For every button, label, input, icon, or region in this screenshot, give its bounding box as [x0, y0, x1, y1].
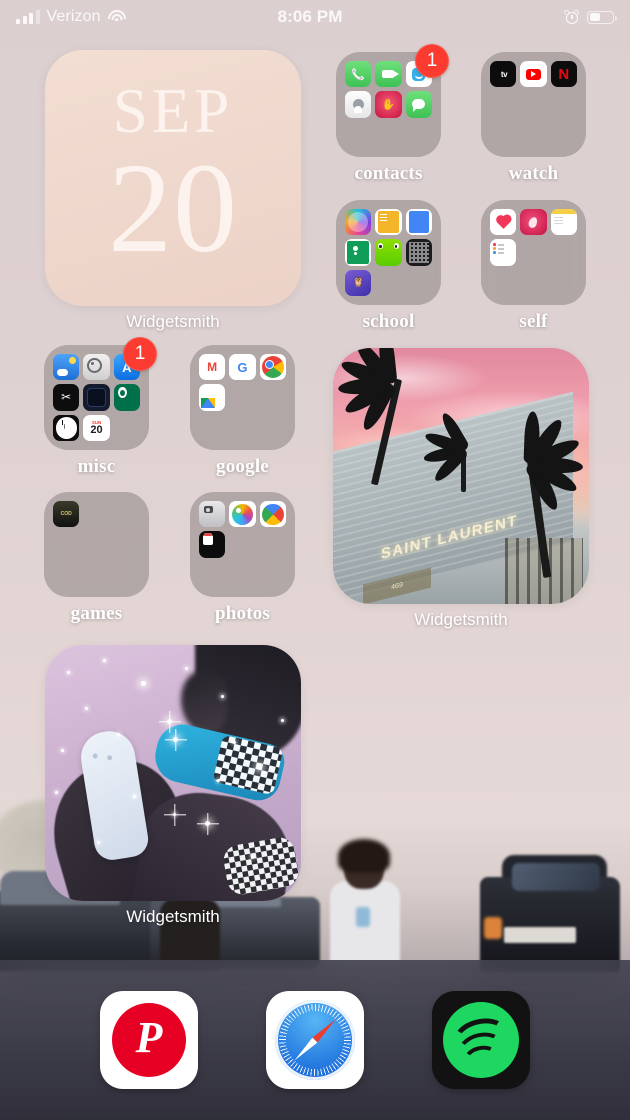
folder-self-label: self: [519, 311, 548, 332]
widget-sunset-label: Widgetsmith: [414, 610, 508, 629]
widget-date-day: 20: [108, 137, 238, 280]
folder-misc-cell[interactable]: 1 A ✂ SUN 20 misc: [44, 337, 157, 478]
facetime-icon[interactable]: [375, 61, 402, 88]
status-bar-clock: 8:06 PM: [277, 7, 343, 26]
google-photos-icon[interactable]: [259, 501, 286, 528]
palm-tree-right: [475, 411, 589, 578]
widget-shoes-label: Widgetsmith: [126, 907, 220, 926]
folder-misc[interactable]: 1 A ✂ SUN 20: [44, 337, 157, 450]
spotify-waves: [443, 1002, 519, 1078]
messages-icon[interactable]: [405, 91, 432, 118]
dock: P: [0, 960, 630, 1120]
folder-contacts-badge: 1: [415, 44, 449, 78]
folder-contacts-label: contacts: [354, 163, 423, 184]
widget-date-cell[interactable]: SEP 20 Widgetsmith: [45, 50, 301, 332]
widget-date-label: Widgetsmith: [126, 312, 220, 331]
widgetsmith-sunset-photo-widget[interactable]: SAINT LAURENT 469: [333, 348, 589, 604]
folder-google-label: google: [216, 456, 269, 477]
folder-self-cell[interactable]: self: [481, 200, 586, 333]
safari-compass-icon[interactable]: [266, 991, 364, 1089]
pages-icon[interactable]: [375, 209, 402, 236]
hand-icon[interactable]: [375, 91, 402, 118]
reminders-icon[interactable]: [490, 239, 517, 266]
folder-games[interactable]: COD: [44, 492, 149, 597]
calendar-day: 20: [90, 423, 103, 436]
folder-photos-cell[interactable]: photos: [190, 492, 295, 625]
pinterest-glyph: P: [112, 1003, 186, 1077]
status-bar-right: [430, 8, 630, 25]
notes-icon[interactable]: [550, 209, 577, 236]
dark-wings-icon[interactable]: ✂: [53, 384, 80, 411]
folder-school-cell[interactable]: school: [336, 200, 441, 333]
folder-google[interactable]: M G: [190, 345, 295, 450]
folder-google-cell[interactable]: M G google: [190, 345, 295, 478]
call-of-duty-icon[interactable]: COD: [53, 501, 80, 528]
folder-photos[interactable]: [190, 492, 295, 597]
safari-dial: [275, 1000, 355, 1080]
folder-watch[interactable]: tv N: [481, 52, 586, 157]
widgetsmith-date-widget[interactable]: SEP 20: [45, 50, 301, 306]
duolingo-icon[interactable]: [375, 239, 402, 266]
calendar-icon[interactable]: SUN 20: [83, 414, 110, 441]
folder-contacts-cell[interactable]: 1 contacts: [336, 44, 449, 185]
gmail-icon[interactable]: M: [199, 354, 226, 381]
dark-navy-icon[interactable]: [83, 384, 110, 411]
folder-school-label: school: [362, 311, 415, 332]
folder-games-cell[interactable]: COD games: [44, 492, 149, 625]
photo-sparkle-overlay: [45, 645, 301, 901]
pinterest-icon[interactable]: P: [100, 991, 198, 1089]
folder-watch-cell[interactable]: tv N watch: [481, 52, 586, 185]
vsco-icon[interactable]: [199, 531, 226, 558]
classroom-icon[interactable]: [345, 239, 372, 266]
contacts-icon[interactable]: [345, 91, 372, 118]
widget-date-month: SEP: [112, 76, 234, 147]
folder-contacts[interactable]: 1: [336, 44, 449, 157]
folder-school[interactable]: [336, 200, 441, 305]
signal-bars-icon: [16, 9, 40, 24]
widget-shoes-cell[interactable]: Widgetsmith: [45, 645, 301, 927]
carrier-name: Verizon: [46, 8, 101, 25]
youtube-icon[interactable]: [520, 61, 547, 88]
wifi-icon: [107, 10, 126, 24]
chrome-icon[interactable]: [259, 354, 286, 381]
folder-games-label: games: [70, 603, 123, 624]
google-icon[interactable]: G: [229, 354, 256, 381]
calculator-icon[interactable]: [405, 239, 432, 266]
health-icon[interactable]: [490, 209, 517, 236]
clock-icon[interactable]: [53, 414, 80, 441]
widgetsmith-shoes-photo-widget[interactable]: [45, 645, 301, 901]
canva-icon[interactable]: [345, 209, 372, 236]
folder-misc-label: misc: [77, 456, 116, 477]
appletv-icon[interactable]: tv: [490, 61, 517, 88]
folder-misc-badge: 1: [123, 337, 157, 371]
weather-icon[interactable]: [53, 354, 80, 381]
home-screen-grid: SEP 20 Widgetsmith 1 contacts tv N watch: [0, 0, 630, 1120]
photos-icon[interactable]: [229, 501, 256, 528]
folder-watch-label: watch: [508, 163, 559, 184]
widget-sunset-cell[interactable]: SAINT LAURENT 469 Widgetsmith: [333, 348, 589, 630]
pink-leaf-icon[interactable]: [520, 209, 547, 236]
netflix-icon[interactable]: N: [550, 61, 577, 88]
status-bar-left: Verizon: [0, 8, 200, 26]
owl-purple-icon[interactable]: [345, 269, 372, 296]
status-bar: Verizon 8:06 PM: [0, 0, 630, 34]
spotify-icon[interactable]: [432, 991, 530, 1089]
folder-photos-label: photos: [214, 603, 271, 624]
starbucks-icon[interactable]: [113, 384, 140, 411]
google-drive-icon[interactable]: [199, 384, 226, 411]
google-docs-icon[interactable]: [405, 209, 432, 236]
camera-icon[interactable]: [199, 501, 226, 528]
settings-gear-icon[interactable]: [83, 354, 110, 381]
battery-icon: [587, 10, 617, 24]
alarm-clock-icon: [563, 8, 580, 25]
folder-self[interactable]: [481, 200, 586, 305]
phone-icon[interactable]: [345, 61, 372, 88]
